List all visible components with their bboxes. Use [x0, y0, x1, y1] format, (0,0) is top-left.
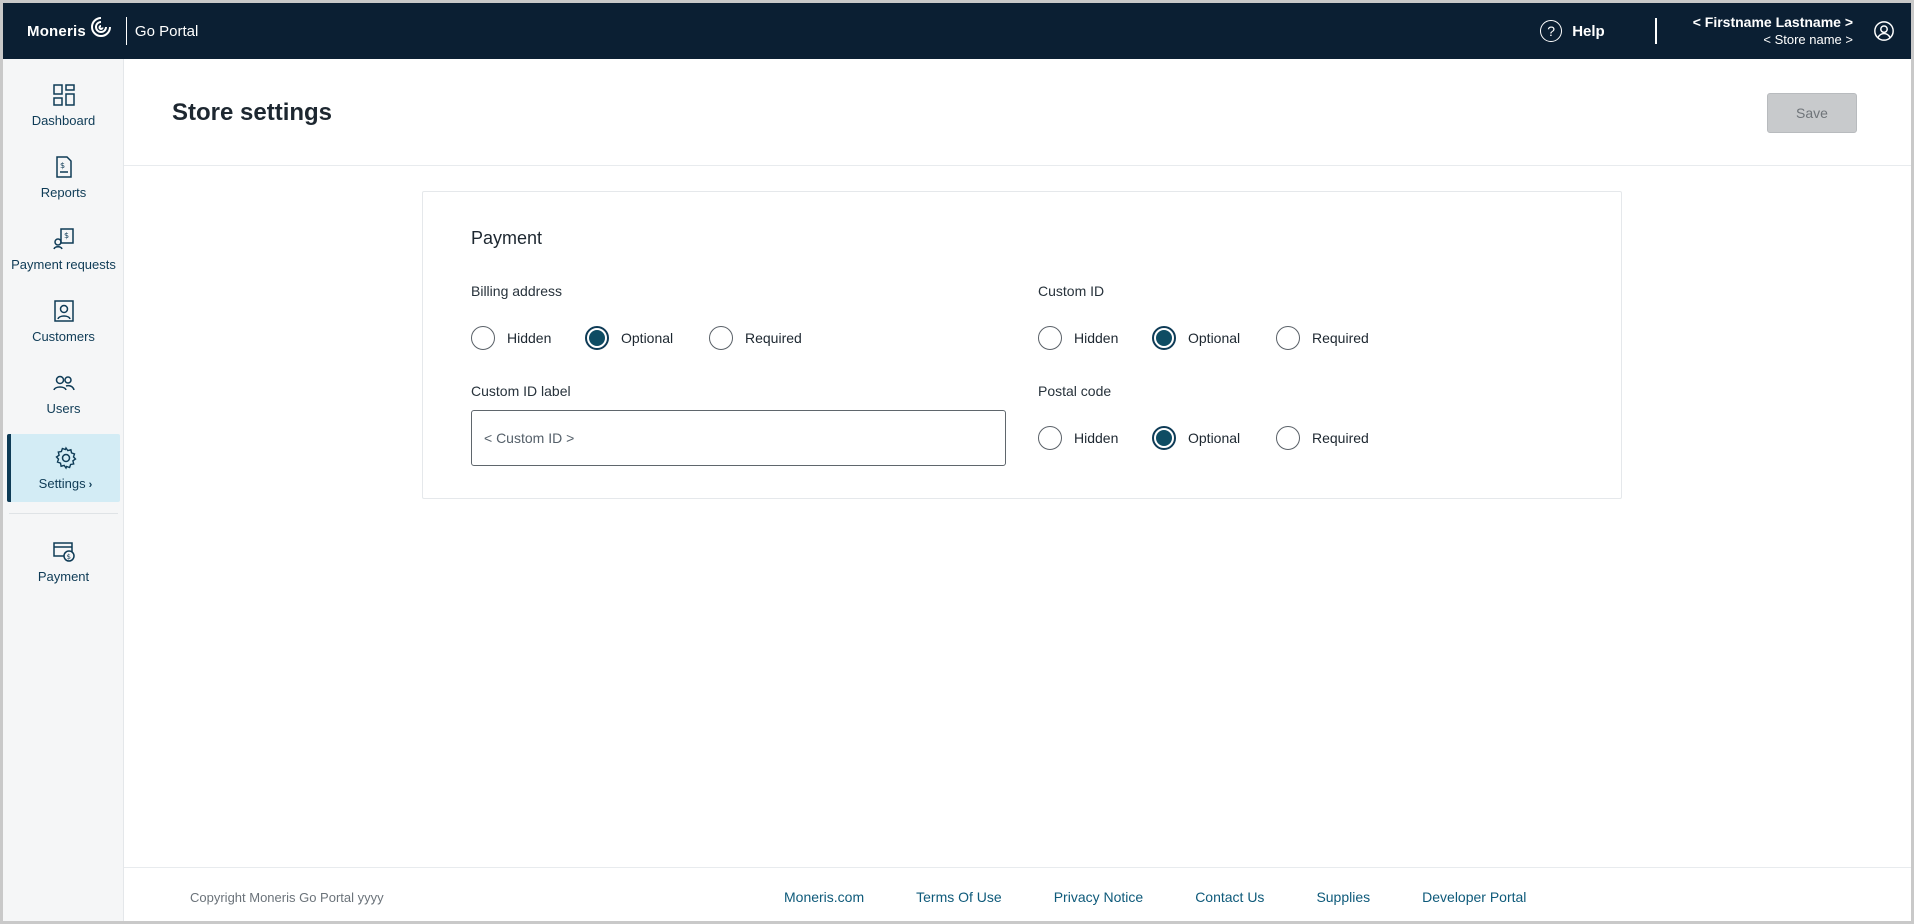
- sidebar-item-label: Payment requests: [11, 256, 116, 272]
- radio-circle: [1152, 426, 1176, 450]
- payment-icon: $: [52, 541, 75, 562]
- sidebar-item-customers[interactable]: Customers: [7, 287, 120, 355]
- custom-id-label-field-label: Custom ID label: [471, 383, 571, 399]
- store-name: < Store name >: [1763, 31, 1853, 47]
- radio-circle: [1038, 326, 1062, 350]
- user-name: < Firstname Lastname >: [1692, 14, 1853, 31]
- chevron-right-icon: ›: [88, 478, 93, 491]
- topbar-right: ? Help < Firstname Lastname > < Store na…: [1540, 3, 1911, 59]
- custom-id-required-radio[interactable]: Required: [1276, 326, 1396, 350]
- dashboard-icon: [52, 83, 75, 106]
- billing-address-radio-group: Hidden Optional Required: [471, 326, 829, 350]
- sidebar-item-label: Payment: [37, 568, 90, 584]
- footer-link-terms[interactable]: Terms Of Use: [916, 889, 1002, 905]
- billing-address-required-radio[interactable]: Required: [709, 326, 829, 350]
- sidebar-item-dashboard[interactable]: Dashboard: [7, 71, 120, 139]
- custom-id-label: Custom ID: [1038, 283, 1105, 299]
- payment-settings-card: Payment Billing address Hidden Optional …: [422, 191, 1622, 499]
- topbar-divider: [1654, 18, 1657, 44]
- custom-id-optional-radio[interactable]: Optional: [1152, 326, 1276, 350]
- custom-id-hidden-radio[interactable]: Hidden: [1038, 326, 1152, 350]
- radio-circle: [1276, 326, 1300, 350]
- footer-link-moneris[interactable]: Moneris.com: [784, 889, 864, 905]
- billing-address-hidden-radio[interactable]: Hidden: [471, 326, 585, 350]
- postal-code-radio-group: Hidden Optional Required: [1038, 426, 1396, 450]
- help-icon: ?: [1540, 20, 1563, 42]
- reports-icon: $: [55, 155, 72, 178]
- users-icon: [52, 375, 75, 390]
- sidebar-item-payment[interactable]: $ Payment: [7, 527, 120, 595]
- radio-circle: [1152, 326, 1176, 350]
- help-button[interactable]: ? Help: [1540, 20, 1605, 42]
- app-name: Go Portal: [134, 22, 199, 40]
- user-menu[interactable]: < Firstname Lastname > < Store name >: [1693, 13, 1853, 48]
- sidebar-item-label: Customers: [32, 328, 95, 344]
- radio-circle: [471, 326, 495, 350]
- moneris-swirl-icon: [90, 17, 111, 37]
- postal-code-label: Postal code: [1038, 383, 1112, 399]
- footer: Copyright Moneris Go Portal yyyy Moneris…: [124, 867, 1911, 921]
- user-account-icon[interactable]: [1873, 20, 1895, 42]
- radio-circle: [709, 326, 733, 350]
- save-button[interactable]: Save: [1767, 93, 1857, 133]
- settings-icon: [54, 446, 77, 469]
- sidebar: Dashboard $ Reports $ Payment requests C…: [3, 59, 124, 921]
- billing-address-label: Billing address: [471, 283, 563, 299]
- radio-circle: [1038, 426, 1062, 450]
- moneris-logo: Moneris: [27, 17, 114, 40]
- brand[interactable]: Moneris Go Portal: [27, 3, 198, 59]
- footer-link-contact[interactable]: Contact Us: [1195, 889, 1264, 905]
- page-title: Store settings: [172, 99, 333, 126]
- postal-code-hidden-radio[interactable]: Hidden: [1038, 426, 1152, 450]
- footer-links: Moneris.com Terms Of Use Privacy Notice …: [784, 889, 1578, 905]
- sidebar-item-label: Reports: [40, 184, 87, 200]
- postal-code-required-radio[interactable]: Required: [1276, 426, 1396, 450]
- svg-text:$: $: [60, 161, 65, 170]
- sidebar-item-settings[interactable]: Settings ›: [7, 434, 120, 502]
- top-bar: Moneris Go Portal ? Help < Firstname Las…: [3, 3, 1911, 59]
- footer-link-supplies[interactable]: Supplies: [1316, 889, 1370, 905]
- postal-code-optional-radio[interactable]: Optional: [1152, 426, 1276, 450]
- brand-divider: [125, 17, 127, 45]
- svg-text:$: $: [64, 231, 69, 240]
- footer-link-privacy[interactable]: Privacy Notice: [1054, 889, 1143, 905]
- svg-text:$: $: [66, 553, 70, 561]
- sidebar-item-users[interactable]: Users: [7, 359, 120, 427]
- sidebar-divider: [9, 513, 118, 514]
- copyright-text: Copyright Moneris Go Portal yyyy: [190, 890, 384, 905]
- app-frame: Moneris Go Portal ? Help < Firstname Las…: [0, 0, 1914, 924]
- custom-id-label-input[interactable]: [471, 410, 1006, 466]
- page-header: Store settings Save: [124, 59, 1911, 166]
- sidebar-item-label: Users: [46, 400, 81, 416]
- payment-requests-icon: $: [52, 227, 74, 249]
- radio-circle: [1276, 426, 1300, 450]
- radio-circle: [585, 326, 609, 350]
- card-title: Payment: [471, 228, 543, 248]
- sidebar-item-payment-requests[interactable]: $ Payment requests: [7, 215, 120, 283]
- customers-icon: [53, 299, 74, 322]
- billing-address-optional-radio[interactable]: Optional: [585, 326, 709, 350]
- sidebar-item-label: Settings ›: [38, 475, 93, 491]
- help-label: Help: [1572, 22, 1605, 40]
- custom-id-radio-group: Hidden Optional Required: [1038, 326, 1396, 350]
- sidebar-item-reports[interactable]: $ Reports: [7, 143, 120, 211]
- sidebar-item-label: Dashboard: [31, 112, 96, 128]
- footer-link-developer-portal[interactable]: Developer Portal: [1422, 889, 1526, 905]
